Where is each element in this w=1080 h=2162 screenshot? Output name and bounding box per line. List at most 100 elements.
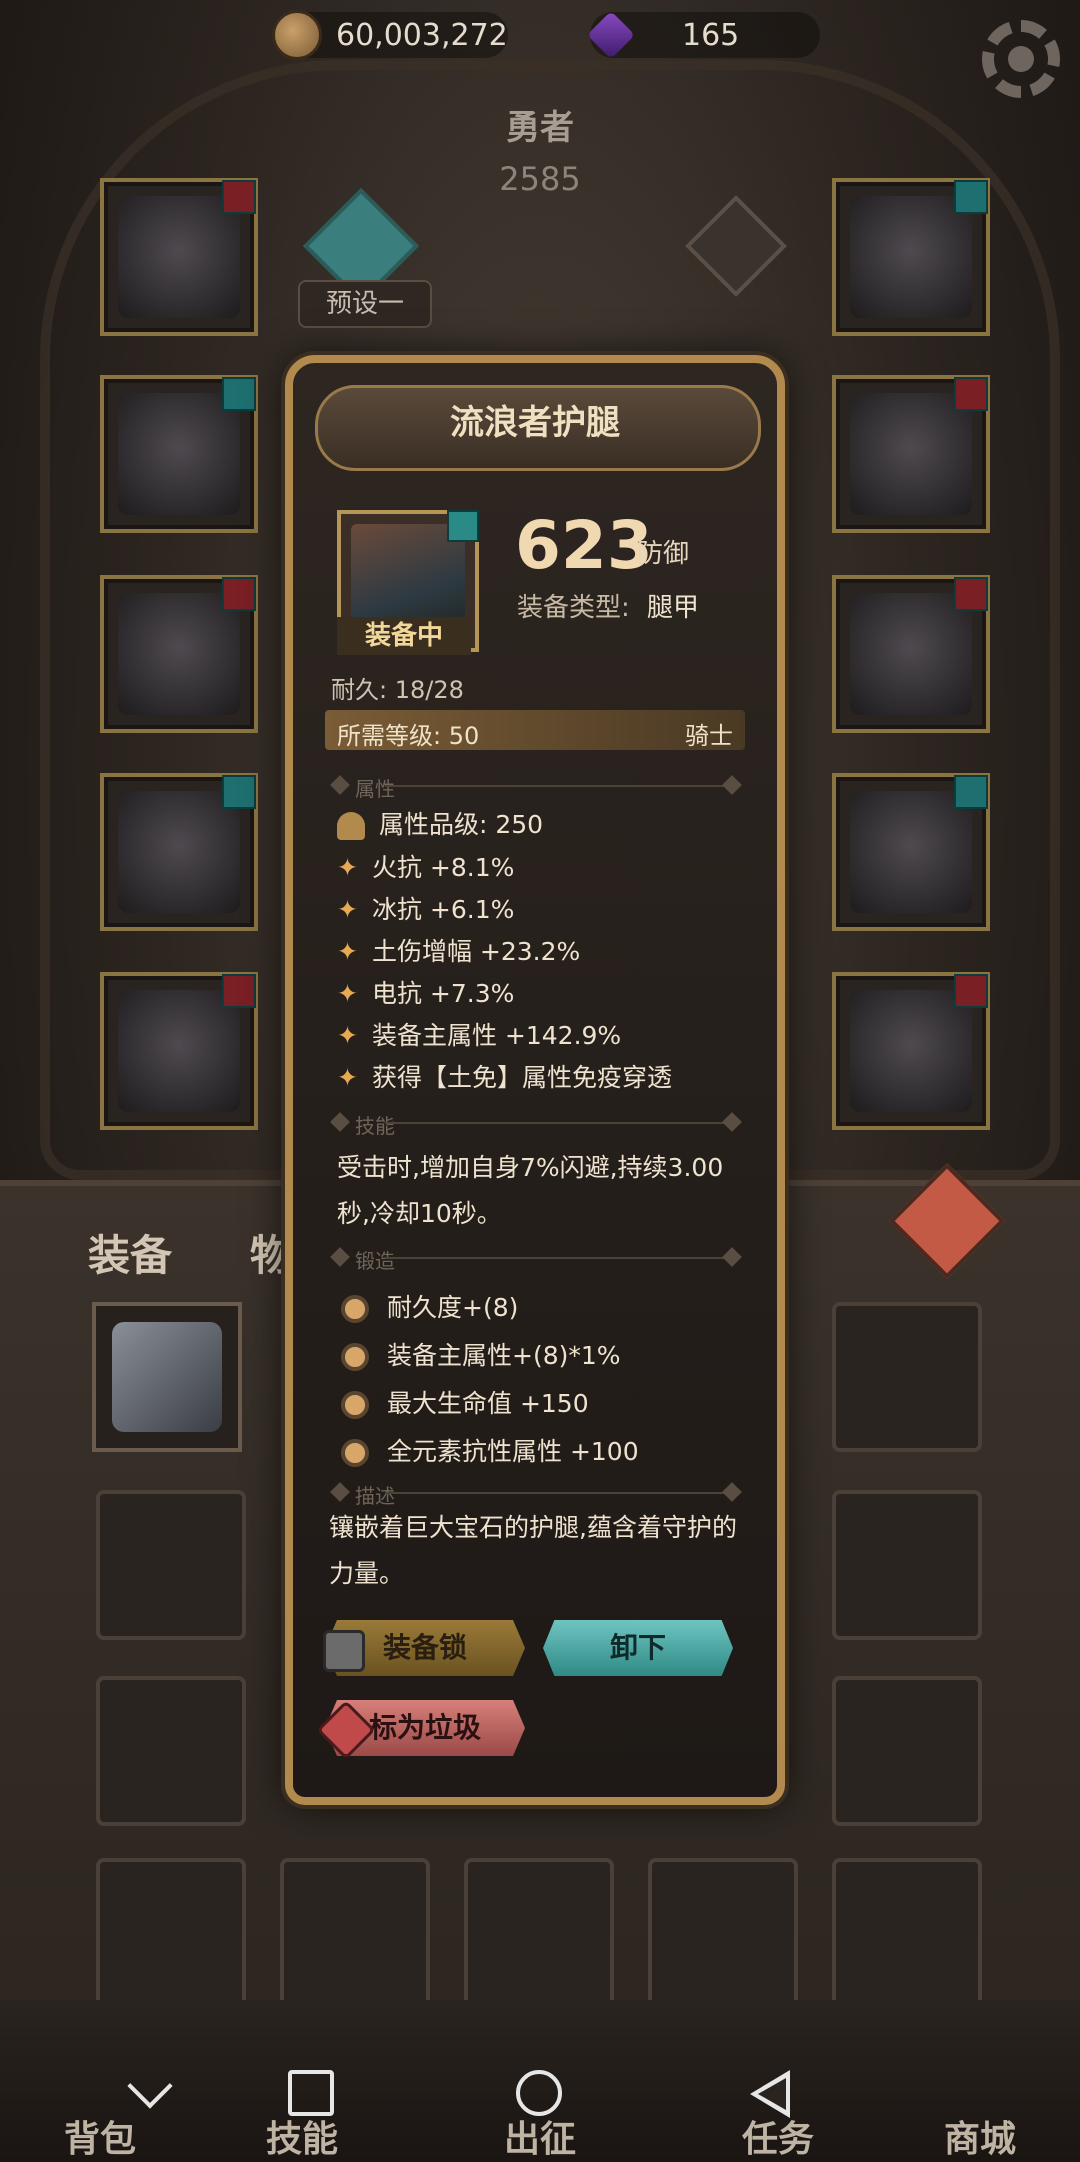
forge-row: 最大生命值 +150 [341, 1384, 589, 1420]
section-forge: 锻造 [325, 1245, 745, 1273]
equip-slot-helmet[interactable] [100, 178, 258, 336]
forge-dot-icon [341, 1343, 369, 1371]
inventory-slot[interactable] [832, 1858, 982, 2008]
equip-slot-armor[interactable] [100, 375, 258, 533]
equip-slot-weapon[interactable] [832, 773, 990, 931]
durability: 耐久: 18/28 [331, 676, 464, 704]
gem-counter: 165 [586, 10, 820, 60]
section-skills: 技能 [325, 1110, 745, 1138]
property-text: 土伤增幅 +23.2% [371, 937, 581, 966]
quality-row: 属性品级: 250 [337, 805, 543, 841]
inventory-slot[interactable] [832, 1490, 982, 1640]
inventory-slot[interactable] [832, 1676, 982, 1826]
equip-slot-chain[interactable] [832, 375, 990, 533]
rarity-tag-icon [222, 577, 256, 611]
rarity-tag-icon [447, 510, 479, 542]
settings-gear-icon[interactable] [982, 20, 1060, 98]
equip-type-label: 装备类型: [517, 593, 630, 623]
purple-gem-icon [586, 10, 636, 60]
inventory-slot[interactable] [96, 1858, 246, 2008]
property-text: 电抗 +7.3% [371, 979, 515, 1008]
required-level: 所需等级: 50 [337, 722, 480, 750]
sparkle-icon: ✦ [337, 853, 358, 882]
inventory-slot[interactable] [280, 1858, 430, 2008]
sparkle-icon: ✦ [337, 937, 358, 966]
gold-counter: 60,003,272 [272, 10, 508, 60]
defense-value: 623 [515, 507, 653, 584]
padlock-icon [323, 1630, 365, 1672]
preset-button[interactable]: 预设一 [298, 280, 432, 328]
diamond-icon [722, 1247, 742, 1267]
diamond-icon [330, 1112, 350, 1132]
divider [385, 1492, 725, 1494]
skill-description: 受击时,增加自身7%闪避,持续3.00秒,冷却10秒。 [337, 1153, 724, 1228]
gold-amount: 60,003,272 [336, 17, 508, 53]
chain-icon [850, 393, 972, 515]
item-description: 镶嵌着巨大宝石的护腿,蕴含着守护的力量。 [329, 1513, 737, 1588]
sparkle-icon: ✦ [337, 895, 358, 924]
rarity-tag-icon [222, 377, 256, 411]
equip-slot-legs[interactable] [100, 773, 258, 931]
forge-text: 耐久度+(8) [387, 1293, 519, 1322]
item-name: 流浪者护腿 [450, 403, 620, 443]
nav-skills[interactable]: 技能 [232, 2110, 372, 2162]
property-row: ✦ 获得【土免】属性免疫穿透 [337, 1058, 672, 1094]
tab-equipment[interactable]: 装备 [88, 1222, 172, 1283]
forge-text: 全元素抗性属性 +100 [387, 1437, 639, 1466]
claw-icon [850, 593, 972, 715]
property-row: ✦ 冰抗 +6.1% [337, 890, 514, 926]
diamond-icon [330, 1482, 350, 1502]
property-row: ✦ 装备主属性 +142.9% [337, 1016, 621, 1052]
unequip-button[interactable]: 卸下 [543, 1620, 733, 1676]
section-label: 锻造 [355, 1249, 395, 1273]
gold-coin-icon [272, 10, 322, 60]
rarity-tag-icon [222, 180, 256, 214]
property-text: 获得【土免】属性免疫穿透 [371, 1063, 672, 1092]
forge-text: 最大生命值 +150 [387, 1389, 589, 1418]
forge-row: 全元素抗性属性 +100 [341, 1432, 639, 1468]
property-text: 冰抗 +6.1% [371, 895, 515, 924]
sparkle-icon: ✦ [337, 979, 358, 1008]
inventory-slot[interactable] [96, 1676, 246, 1826]
nav-bag[interactable]: 背包 [30, 2110, 170, 2162]
section-attributes: 属性 [325, 773, 745, 801]
equip-slot-boots[interactable] [100, 972, 258, 1130]
inventory-item-gauntlet[interactable] [92, 1302, 242, 1452]
shield-icon [850, 990, 972, 1112]
sparkle-icon: ✦ [337, 1063, 358, 1092]
inventory-slot[interactable] [832, 1302, 982, 1452]
rarity-tag-icon [954, 377, 988, 411]
equip-slot-claw[interactable] [832, 575, 990, 733]
diamond-icon [330, 1247, 350, 1267]
property-text: 火抗 +8.1% [371, 853, 515, 882]
top-bar: 60,003,272 165 [0, 0, 1080, 80]
armor-icon [118, 393, 240, 515]
diamond-icon [722, 775, 742, 795]
nav-shop[interactable]: 商城 [910, 2110, 1050, 2162]
nav-expedition[interactable]: 出征 [470, 2110, 610, 2162]
section-description: 描述 [325, 1480, 745, 1508]
rarity-tag-icon [222, 775, 256, 809]
divider [385, 785, 725, 787]
boots-icon [118, 990, 240, 1112]
rarity-tag-icon [954, 974, 988, 1008]
amulet-icon [850, 196, 972, 318]
equip-slot-shield[interactable] [832, 972, 990, 1130]
hero-power: 2585 [499, 160, 581, 198]
inventory-slot[interactable] [648, 1858, 798, 2008]
nav-quests[interactable]: 任务 [708, 2110, 848, 2162]
equip-slot-amulet[interactable] [832, 178, 990, 336]
equip-type-value: 腿甲 [647, 593, 700, 623]
inventory-slot[interactable] [464, 1858, 614, 2008]
diamond-icon [330, 775, 350, 795]
inventory-slot[interactable] [96, 1490, 246, 1640]
sword-icon [850, 791, 972, 913]
forge-text: 装备主属性+(8)*1% [387, 1341, 621, 1370]
diamond-icon [722, 1482, 742, 1502]
gauntlet-icon [112, 1322, 222, 1432]
lotus-icon [337, 812, 365, 840]
property-text: 装备主属性 +142.9% [371, 1021, 622, 1050]
equip-slot-gloves[interactable] [100, 575, 258, 733]
forge-dot-icon [341, 1391, 369, 1419]
item-detail-dialog: 流浪者护腿 装备中 623 防御 装备类型: 腿甲 耐久: 18/28 所需等级… [285, 355, 785, 1805]
